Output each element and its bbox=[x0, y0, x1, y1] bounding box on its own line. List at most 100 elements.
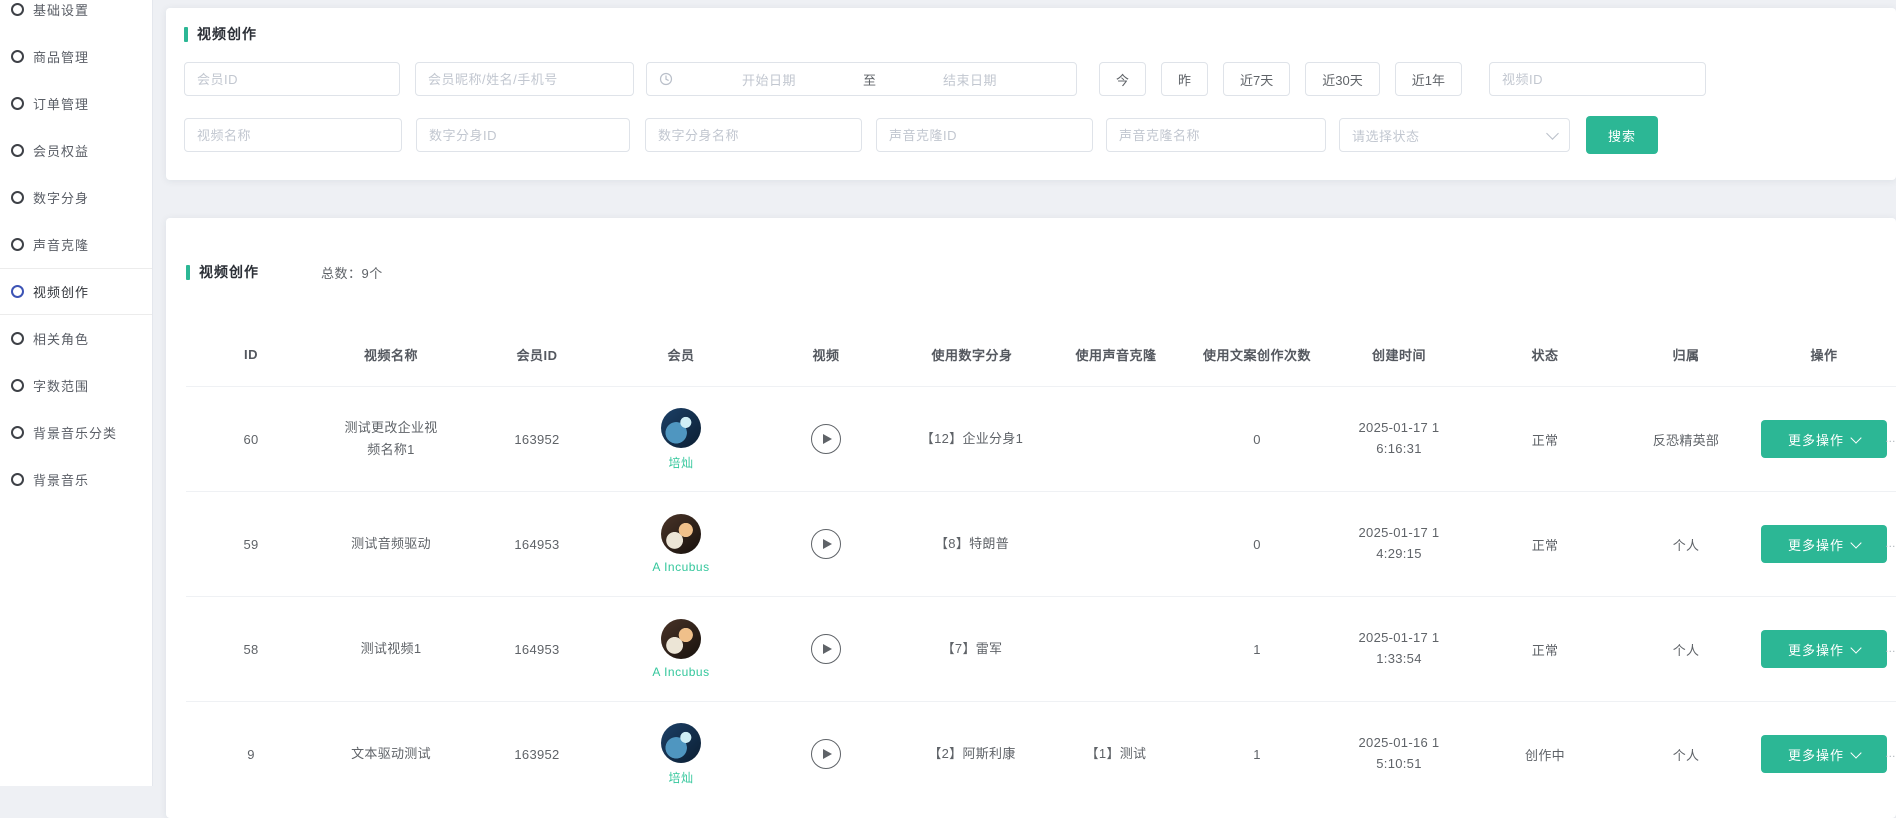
cell-copy-count: 0 bbox=[1186, 387, 1328, 492]
digital-twin-text: 【12】企业分身1 bbox=[919, 428, 1025, 450]
status-select-placeholder: 请选择状态 bbox=[1352, 126, 1420, 145]
sidebar-item-1[interactable]: 基础设置 bbox=[0, 0, 152, 33]
more-actions-button[interactable]: 更多操作 bbox=[1761, 735, 1887, 773]
chevron-down-icon bbox=[1546, 127, 1559, 140]
member-id-input[interactable] bbox=[184, 62, 400, 96]
sidebar-item-3[interactable]: 订单管理 bbox=[0, 80, 152, 127]
cell-digital-twin: 【12】企业分身1 bbox=[898, 387, 1046, 492]
video-name-text: 测试视频1 bbox=[343, 638, 439, 660]
sidebar-item-10[interactable]: 背景音乐分类 bbox=[0, 409, 152, 456]
table-row: 9文本驱动测试163952培灿【2】阿斯利康【1】测试12025-01-16 1… bbox=[186, 702, 1896, 807]
quick-range-button-3[interactable]: 近7天 bbox=[1223, 62, 1290, 96]
sidebar-item-8[interactable]: 相关角色 bbox=[0, 315, 152, 362]
sidebar-item-2[interactable]: 商品管理 bbox=[0, 33, 152, 80]
date-range-picker[interactable]: 开始日期 至 结束日期 bbox=[646, 62, 1077, 96]
sidebar-item-9[interactable]: 字数范围 bbox=[0, 362, 152, 409]
voice-id-input[interactable] bbox=[876, 118, 1093, 152]
avatar bbox=[661, 619, 701, 659]
chevron-down-icon bbox=[1850, 642, 1861, 653]
cell-voice-clone: 【1】测试 bbox=[1046, 702, 1186, 807]
cell-member-id: 163952 bbox=[466, 387, 608, 492]
cell-member: 培灿 bbox=[608, 702, 754, 807]
twin-name-input[interactable] bbox=[645, 118, 862, 152]
menu-circle-icon bbox=[11, 426, 24, 439]
cell-video bbox=[754, 597, 898, 702]
column-header: 会员 bbox=[608, 322, 754, 387]
sidebar-item-7[interactable]: 视频创作 bbox=[0, 268, 152, 315]
quick-range-button-4[interactable]: 近30天 bbox=[1305, 62, 1379, 96]
sidebar-item-5[interactable]: 数字分身 bbox=[0, 174, 152, 221]
table-row: 60 测试更改企业视频名称1 163952 培灿 【12】企业分身1 02025-01-1… bbox=[186, 387, 1896, 492]
play-video-button[interactable] bbox=[811, 739, 841, 769]
video-id-input[interactable] bbox=[1489, 62, 1706, 96]
member-name[interactable]: 培灿 bbox=[668, 454, 693, 471]
member-name[interactable]: A Incubus bbox=[652, 665, 709, 679]
column-header: 状态 bbox=[1470, 322, 1620, 387]
menu-circle-icon bbox=[11, 144, 24, 157]
cell-belong: 反恐精英部 bbox=[1620, 387, 1752, 492]
quick-range-button-2[interactable]: 昨 bbox=[1161, 62, 1208, 96]
cell-created-at: 2025-01-17 16:16:31 bbox=[1328, 387, 1470, 492]
twin-id-input[interactable] bbox=[416, 118, 630, 152]
more-actions-button[interactable]: 更多操作 bbox=[1761, 525, 1887, 563]
cell-id: 59 bbox=[186, 492, 316, 597]
overflow-ellipsis: … bbox=[1885, 643, 1896, 655]
member-cell: A Incubus bbox=[608, 514, 754, 574]
created-at-text: 2025-01-17 11:33:54 bbox=[1355, 628, 1443, 670]
cell-status: 正常 bbox=[1470, 597, 1620, 702]
menu-circle-icon bbox=[11, 238, 24, 251]
cell-member-id: 163952 bbox=[466, 702, 608, 807]
table-section-title: 视频创作 总数：9个 bbox=[186, 262, 1896, 282]
video-name-text: 测试更改企业视频名称1 bbox=[343, 417, 439, 461]
filter-row-2: 请选择状态 搜索 bbox=[184, 116, 1896, 154]
cell-action: 更多操作… bbox=[1752, 492, 1896, 597]
cell-voice-clone bbox=[1046, 387, 1186, 492]
cell-id: 60 bbox=[186, 387, 316, 492]
cell-digital-twin: 【7】雷军 bbox=[898, 597, 1046, 702]
more-actions-button[interactable]: 更多操作 bbox=[1761, 420, 1887, 458]
voice-name-input[interactable] bbox=[1106, 118, 1326, 152]
cell-action: 更多操作… bbox=[1752, 597, 1896, 702]
play-icon bbox=[823, 539, 832, 549]
total-count: 总数：9个 bbox=[321, 263, 383, 282]
cell-video-name: 文本驱动测试 bbox=[316, 702, 466, 807]
overflow-ellipsis: … bbox=[1885, 748, 1896, 760]
member-name[interactable]: 培灿 bbox=[668, 769, 693, 786]
more-actions-label: 更多操作 bbox=[1788, 745, 1844, 764]
search-button[interactable]: 搜索 bbox=[1586, 116, 1658, 154]
filter-card: 视频创作 开始日期 至 结束日期 今昨近7天近30天近1年 请选择状态 bbox=[166, 8, 1896, 180]
more-actions-button[interactable]: 更多操作 bbox=[1761, 630, 1887, 668]
sidebar-item-label: 商品管理 bbox=[33, 47, 89, 66]
member-name[interactable]: A Incubus bbox=[652, 560, 709, 574]
play-video-button[interactable] bbox=[811, 424, 841, 454]
column-header: 会员ID bbox=[466, 322, 608, 387]
sidebar-item-label: 基础设置 bbox=[33, 0, 89, 19]
videos-table: ID视频名称会员ID会员视频使用数字分身使用声音克隆使用文案创作次数创建时间状态… bbox=[186, 322, 1896, 806]
sidebar-item-6[interactable]: 声音克隆 bbox=[0, 221, 152, 268]
video-name-input[interactable] bbox=[184, 118, 402, 152]
menu-circle-icon bbox=[11, 3, 24, 16]
play-video-button[interactable] bbox=[811, 634, 841, 664]
menu-circle-icon bbox=[11, 191, 24, 204]
quick-range-button-1[interactable]: 今 bbox=[1099, 62, 1146, 96]
created-at-text: 2025-01-17 14:29:15 bbox=[1355, 523, 1443, 565]
sidebar-item-4[interactable]: 会员权益 bbox=[0, 127, 152, 174]
quick-range-button-5[interactable]: 近1年 bbox=[1395, 62, 1462, 96]
column-header: 操作 bbox=[1752, 322, 1896, 387]
play-video-button[interactable] bbox=[811, 529, 841, 559]
title-accent-bar bbox=[184, 27, 188, 42]
status-select[interactable]: 请选择状态 bbox=[1339, 118, 1570, 152]
cell-status: 正常 bbox=[1470, 492, 1620, 597]
cell-member: A Incubus bbox=[608, 492, 754, 597]
cell-action: 更多操作 … bbox=[1752, 702, 1896, 807]
cell-copy-count: 0 bbox=[1186, 492, 1328, 597]
cell-created-at: 2025-01-17 14:29:15 bbox=[1328, 492, 1470, 597]
date-separator: 至 bbox=[863, 70, 876, 89]
cell-created-at: 2025-01-16 15:10:51 bbox=[1328, 702, 1470, 807]
table-row: 58测试视频1164953A Incubus【7】雷军12025-01-17 1… bbox=[186, 597, 1896, 702]
sidebar-item-11[interactable]: 背景音乐 bbox=[0, 456, 152, 503]
member-info-input[interactable] bbox=[415, 62, 634, 96]
menu-circle-icon bbox=[11, 473, 24, 486]
overflow-ellipsis: … bbox=[1885, 538, 1896, 550]
column-header: 使用文案创作次数 bbox=[1186, 322, 1328, 387]
